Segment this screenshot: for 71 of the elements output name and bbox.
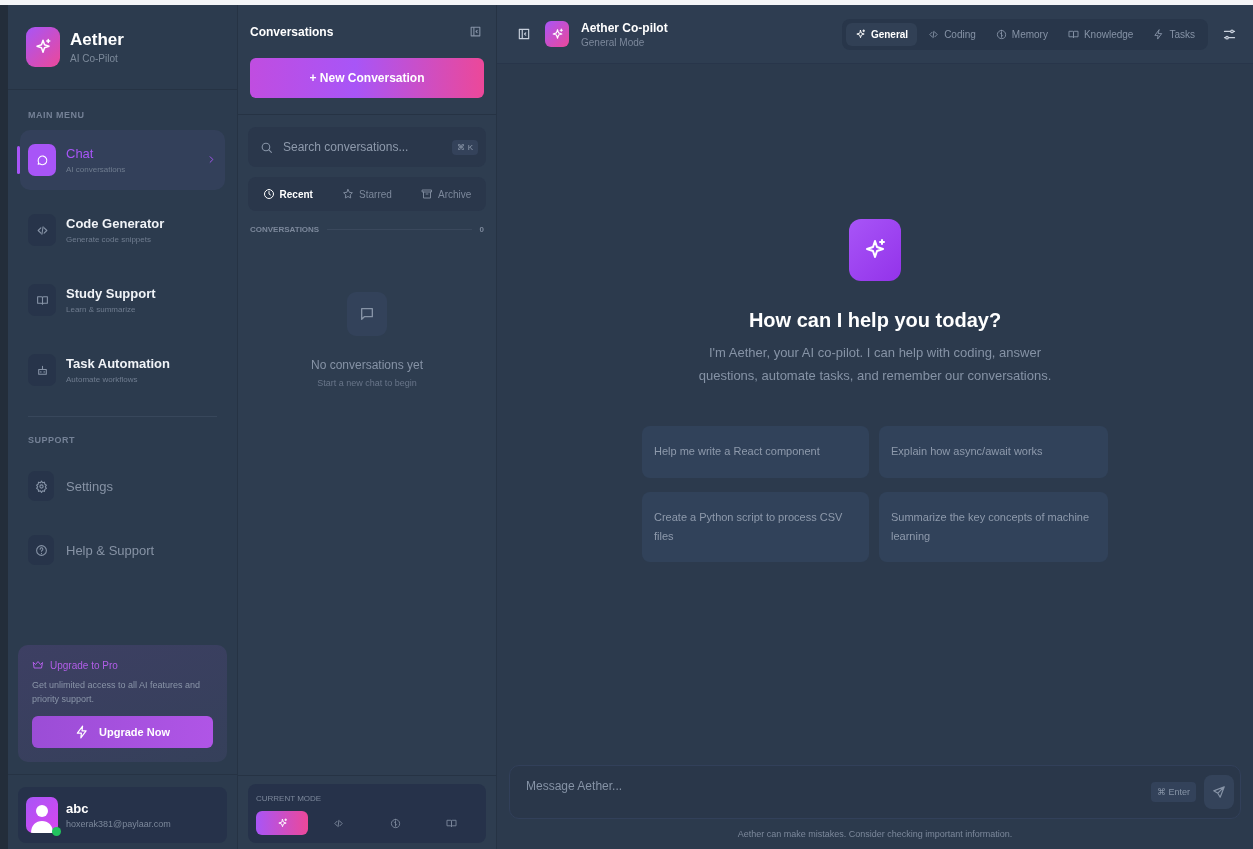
suggestion-card[interactable]: Help me write a React component (642, 425, 869, 478)
section-label: CONVERSATIONS (250, 225, 320, 234)
filter-tab[interactable]: Archive (415, 184, 478, 204)
message-icon (359, 306, 375, 322)
search-field[interactable]: Search conversations... (281, 139, 445, 155)
current-mode-label: CURRENT MODE (256, 794, 323, 803)
new-conversation-button[interactable]: + New Conversation (250, 58, 484, 98)
settings-icon (34, 479, 48, 493)
panel-icon (469, 25, 482, 38)
bolt-icon (75, 725, 90, 739)
filter-tab[interactable]: Recent (256, 184, 319, 204)
upgrade-text: Get unlimited access to all AI features and priority support. (32, 679, 202, 706)
suggestion-card[interactable]: Explain how async/await works (879, 425, 1108, 478)
book-icon (446, 817, 458, 829)
crown-icon (32, 659, 44, 671)
section-heading: SUPPORT (27, 435, 76, 445)
mode-tab[interactable]: Knowledge (1058, 22, 1143, 46)
send-icon (1212, 785, 1226, 799)
welcome-title: How can I help you today? (748, 309, 1002, 332)
mode-tab[interactable]: Memory (986, 22, 1057, 46)
sidebar-item[interactable]: Help & Support (20, 527, 225, 573)
archive-icon (421, 188, 434, 200)
sparkle-icon (34, 38, 52, 56)
brain-icon (995, 28, 1007, 40)
send-button[interactable] (1204, 775, 1234, 809)
empty-title: No conversations yet (310, 358, 424, 372)
sparkle-icon (854, 28, 866, 40)
search-icon (260, 140, 273, 154)
message-box[interactable]: Message Aether... ⌘ Enter (509, 765, 1241, 819)
mode-tab[interactable]: Tasks (1144, 22, 1204, 46)
section-heading: MAIN MENU (27, 110, 86, 120)
clock-icon (262, 188, 275, 200)
suggestion-card[interactable]: Summarize the key concepts of machine learning (879, 491, 1108, 562)
star-icon (342, 188, 355, 200)
chat-subtitle: General Mode (581, 36, 646, 48)
mode-tab[interactable]: General (845, 22, 918, 46)
upgrade-title: Upgrade to Pro (50, 659, 118, 671)
welcome-text: I'm Aether, your AI co-pilot. I can help with coding, answer questions, automate tasks, and remember our conversations. (697, 344, 1053, 385)
user-card[interactable]: abc hoxerak381@paylaar.com (18, 787, 227, 843)
code-icon (35, 223, 49, 237)
user-email: hoxerak381@paylaar.com (66, 819, 171, 829)
upgrade-button[interactable]: Upgrade Now (32, 716, 213, 748)
sparkle-icon (550, 27, 564, 41)
chat-title: Aether Co-pilot (581, 20, 668, 35)
search-box[interactable]: Search conversations... ⌘ K (248, 127, 486, 167)
panel-title: Conversations (250, 24, 334, 39)
brain-icon (389, 817, 401, 829)
help-icon (34, 543, 48, 557)
suggestion-card[interactable]: Create a Python script to process CSV files (642, 491, 869, 562)
sidebar-item[interactable]: Settings (20, 463, 225, 509)
shortcut-hint: ⌘ K (452, 139, 478, 155)
chat-bubble-icon (35, 153, 49, 167)
sidebar-item[interactable]: Task Automation Automate workflows (20, 340, 225, 400)
mode-tab[interactable]: Coding (919, 22, 985, 46)
robot-icon (35, 363, 49, 377)
code-icon (333, 817, 345, 829)
panel-icon (517, 27, 531, 41)
book-icon (1067, 28, 1079, 40)
brand-tagline: AI Co-Pilot (70, 53, 119, 64)
shortcut-hint: ⌘ Enter (1151, 782, 1196, 802)
message-field[interactable]: Message Aether... (524, 778, 1143, 794)
filter-tab[interactable]: Starred (336, 184, 398, 204)
book-icon (35, 293, 49, 307)
user-name: abc (66, 801, 90, 816)
brand-name: Aether (70, 30, 124, 50)
mode-button[interactable] (256, 811, 308, 835)
code-icon (928, 28, 940, 40)
conversation-count: 0 (479, 225, 484, 234)
disclaimer-text: Aether can make mistakes. Consider checking important information. (736, 829, 1014, 839)
sparkle-icon (276, 817, 288, 829)
bolt-icon (1153, 28, 1165, 40)
